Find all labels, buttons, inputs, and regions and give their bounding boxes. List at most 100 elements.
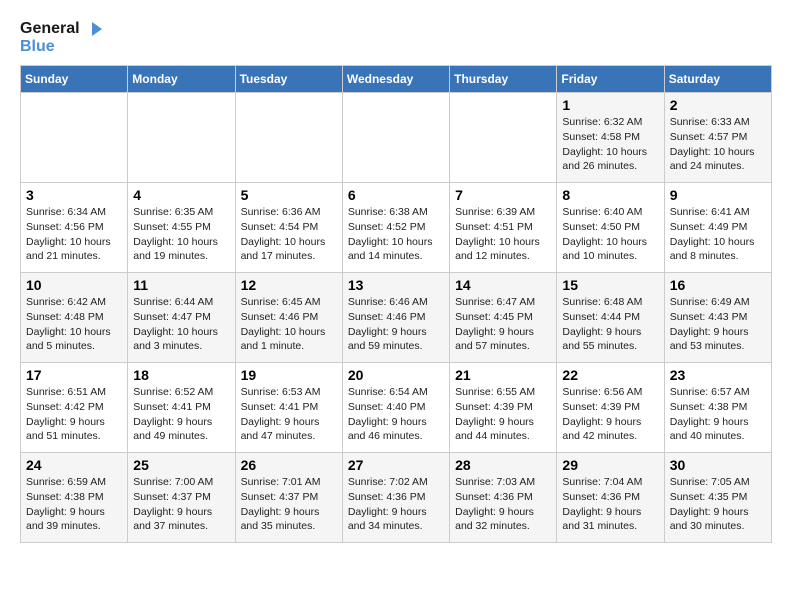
calendar-cell: 30 Sunrise: 7:05 AM Sunset: 4:35 PM Dayli… xyxy=(664,453,771,543)
day-info: Sunrise: 6:44 AM Sunset: 4:47 PM Dayligh… xyxy=(133,295,229,354)
day-number: 30 xyxy=(670,457,766,473)
calendar-cell: 9 Sunrise: 6:41 AM Sunset: 4:49 PM Daylig… xyxy=(664,183,771,273)
calendar-cell: 14 Sunrise: 6:47 AM Sunset: 4:45 PM Dayli… xyxy=(450,273,557,363)
day-number: 2 xyxy=(670,97,766,113)
day-number: 6 xyxy=(348,187,444,203)
calendar-cell: 20 Sunrise: 6:54 AM Sunset: 4:40 PM Dayli… xyxy=(342,363,449,453)
calendar-cell xyxy=(235,93,342,183)
day-info: Sunrise: 6:49 AM Sunset: 4:43 PM Dayligh… xyxy=(670,295,766,354)
header: General Blue xyxy=(20,20,772,55)
day-number: 14 xyxy=(455,277,551,293)
calendar-cell xyxy=(450,93,557,183)
day-number: 29 xyxy=(562,457,658,473)
calendar-cell: 1 Sunrise: 6:32 AM Sunset: 4:58 PM Daylig… xyxy=(557,93,664,183)
day-number: 23 xyxy=(670,367,766,383)
calendar-week-row: 1 Sunrise: 6:32 AM Sunset: 4:58 PM Daylig… xyxy=(21,93,772,183)
day-number: 25 xyxy=(133,457,229,473)
day-number: 3 xyxy=(26,187,122,203)
day-info: Sunrise: 6:48 AM Sunset: 4:44 PM Dayligh… xyxy=(562,295,658,354)
day-number: 8 xyxy=(562,187,658,203)
day-info: Sunrise: 7:02 AM Sunset: 4:36 PM Dayligh… xyxy=(348,475,444,534)
calendar-cell: 18 Sunrise: 6:52 AM Sunset: 4:41 PM Dayli… xyxy=(128,363,235,453)
day-number: 7 xyxy=(455,187,551,203)
calendar-cell: 10 Sunrise: 6:42 AM Sunset: 4:48 PM Dayli… xyxy=(21,273,128,363)
calendar-cell: 2 Sunrise: 6:33 AM Sunset: 4:57 PM Daylig… xyxy=(664,93,771,183)
calendar-cell: 16 Sunrise: 6:49 AM Sunset: 4:43 PM Dayli… xyxy=(664,273,771,363)
calendar-cell: 27 Sunrise: 7:02 AM Sunset: 4:36 PM Dayli… xyxy=(342,453,449,543)
day-info: Sunrise: 6:55 AM Sunset: 4:39 PM Dayligh… xyxy=(455,385,551,444)
day-number: 9 xyxy=(670,187,766,203)
day-info: Sunrise: 6:57 AM Sunset: 4:38 PM Dayligh… xyxy=(670,385,766,444)
weekday-header: Tuesday xyxy=(235,66,342,93)
day-number: 24 xyxy=(26,457,122,473)
day-number: 18 xyxy=(133,367,229,383)
weekday-header: Sunday xyxy=(21,66,128,93)
day-number: 21 xyxy=(455,367,551,383)
calendar-cell: 13 Sunrise: 6:46 AM Sunset: 4:46 PM Dayli… xyxy=(342,273,449,363)
calendar-week-row: 24Sunrise: 6:59 AM Sunset: 4:38 PM Dayli… xyxy=(21,453,772,543)
day-info: Sunrise: 6:39 AM Sunset: 4:51 PM Dayligh… xyxy=(455,205,551,264)
calendar-table: SundayMondayTuesdayWednesdayThursdayFrid… xyxy=(20,65,772,543)
calendar-cell: 7 Sunrise: 6:39 AM Sunset: 4:51 PM Daylig… xyxy=(450,183,557,273)
day-number: 16 xyxy=(670,277,766,293)
day-number: 19 xyxy=(241,367,337,383)
weekday-header: Wednesday xyxy=(342,66,449,93)
day-number: 27 xyxy=(348,457,444,473)
day-number: 11 xyxy=(133,277,229,293)
day-number: 17 xyxy=(26,367,122,383)
calendar-cell: 5 Sunrise: 6:36 AM Sunset: 4:54 PM Daylig… xyxy=(235,183,342,273)
weekday-header: Monday xyxy=(128,66,235,93)
calendar-cell: 3 Sunrise: 6:34 AM Sunset: 4:56 PM Daylig… xyxy=(21,183,128,273)
day-number: 12 xyxy=(241,277,337,293)
day-info: Sunrise: 6:38 AM Sunset: 4:52 PM Dayligh… xyxy=(348,205,444,264)
weekday-header: Thursday xyxy=(450,66,557,93)
day-number: 13 xyxy=(348,277,444,293)
day-info: Sunrise: 6:32 AM Sunset: 4:58 PM Dayligh… xyxy=(562,115,658,174)
calendar-cell: 6 Sunrise: 6:38 AM Sunset: 4:52 PM Daylig… xyxy=(342,183,449,273)
day-info: Sunrise: 6:56 AM Sunset: 4:39 PM Dayligh… xyxy=(562,385,658,444)
day-info: Sunrise: 7:05 AM Sunset: 4:35 PM Dayligh… xyxy=(670,475,766,534)
day-number: 4 xyxy=(133,187,229,203)
day-info: Sunrise: 6:52 AM Sunset: 4:41 PM Dayligh… xyxy=(133,385,229,444)
day-info: Sunrise: 6:42 AM Sunset: 4:48 PM Dayligh… xyxy=(26,295,122,354)
calendar-cell: 15Sunrise: 6:48 AM Sunset: 4:44 PM Dayli… xyxy=(557,273,664,363)
calendar-cell: 25Sunrise: 7:00 AM Sunset: 4:37 PM Dayli… xyxy=(128,453,235,543)
calendar-cell: 28Sunrise: 7:03 AM Sunset: 4:36 PM Dayli… xyxy=(450,453,557,543)
weekday-header: Friday xyxy=(557,66,664,93)
calendar-week-row: 3 Sunrise: 6:34 AM Sunset: 4:56 PM Daylig… xyxy=(21,183,772,273)
day-number: 26 xyxy=(241,457,337,473)
weekday-header-row: SundayMondayTuesdayWednesdayThursdayFrid… xyxy=(21,66,772,93)
day-number: 5 xyxy=(241,187,337,203)
day-info: Sunrise: 6:53 AM Sunset: 4:41 PM Dayligh… xyxy=(241,385,337,444)
calendar-cell: 24Sunrise: 6:59 AM Sunset: 4:38 PM Dayli… xyxy=(21,453,128,543)
calendar-cell xyxy=(342,93,449,183)
calendar-cell: 17 Sunrise: 6:51 AM Sunset: 4:42 PM Dayli… xyxy=(21,363,128,453)
day-info: Sunrise: 7:01 AM Sunset: 4:37 PM Dayligh… xyxy=(241,475,337,534)
calendar-week-row: 10 Sunrise: 6:42 AM Sunset: 4:48 PM Dayli… xyxy=(21,273,772,363)
day-info: Sunrise: 6:47 AM Sunset: 4:45 PM Dayligh… xyxy=(455,295,551,354)
day-info: Sunrise: 6:40 AM Sunset: 4:50 PM Dayligh… xyxy=(562,205,658,264)
day-info: Sunrise: 6:36 AM Sunset: 4:54 PM Dayligh… xyxy=(241,205,337,264)
calendar-cell: 29 Sunrise: 7:04 AM Sunset: 4:36 PM Dayli… xyxy=(557,453,664,543)
day-info: Sunrise: 6:33 AM Sunset: 4:57 PM Dayligh… xyxy=(670,115,766,174)
day-info: Sunrise: 6:54 AM Sunset: 4:40 PM Dayligh… xyxy=(348,385,444,444)
calendar-cell xyxy=(21,93,128,183)
calendar-cell: 22Sunrise: 6:56 AM Sunset: 4:39 PM Dayli… xyxy=(557,363,664,453)
day-number: 28 xyxy=(455,457,551,473)
day-number: 10 xyxy=(26,277,122,293)
calendar-cell: 12Sunrise: 6:45 AM Sunset: 4:46 PM Dayli… xyxy=(235,273,342,363)
day-number: 1 xyxy=(562,97,658,113)
calendar-week-row: 17 Sunrise: 6:51 AM Sunset: 4:42 PM Dayli… xyxy=(21,363,772,453)
day-info: Sunrise: 7:04 AM Sunset: 4:36 PM Dayligh… xyxy=(562,475,658,534)
day-info: Sunrise: 6:41 AM Sunset: 4:49 PM Dayligh… xyxy=(670,205,766,264)
day-info: Sunrise: 6:51 AM Sunset: 4:42 PM Dayligh… xyxy=(26,385,122,444)
day-info: Sunrise: 6:35 AM Sunset: 4:55 PM Dayligh… xyxy=(133,205,229,264)
calendar-cell xyxy=(128,93,235,183)
calendar-cell: 4 Sunrise: 6:35 AM Sunset: 4:55 PM Daylig… xyxy=(128,183,235,273)
day-info: Sunrise: 6:46 AM Sunset: 4:46 PM Dayligh… xyxy=(348,295,444,354)
day-info: Sunrise: 6:34 AM Sunset: 4:56 PM Dayligh… xyxy=(26,205,122,264)
day-number: 20 xyxy=(348,367,444,383)
calendar-cell: 26 Sunrise: 7:01 AM Sunset: 4:37 PM Dayli… xyxy=(235,453,342,543)
logo-arrow-icon xyxy=(84,22,102,36)
calendar-cell: 8 Sunrise: 6:40 AM Sunset: 4:50 PM Daylig… xyxy=(557,183,664,273)
